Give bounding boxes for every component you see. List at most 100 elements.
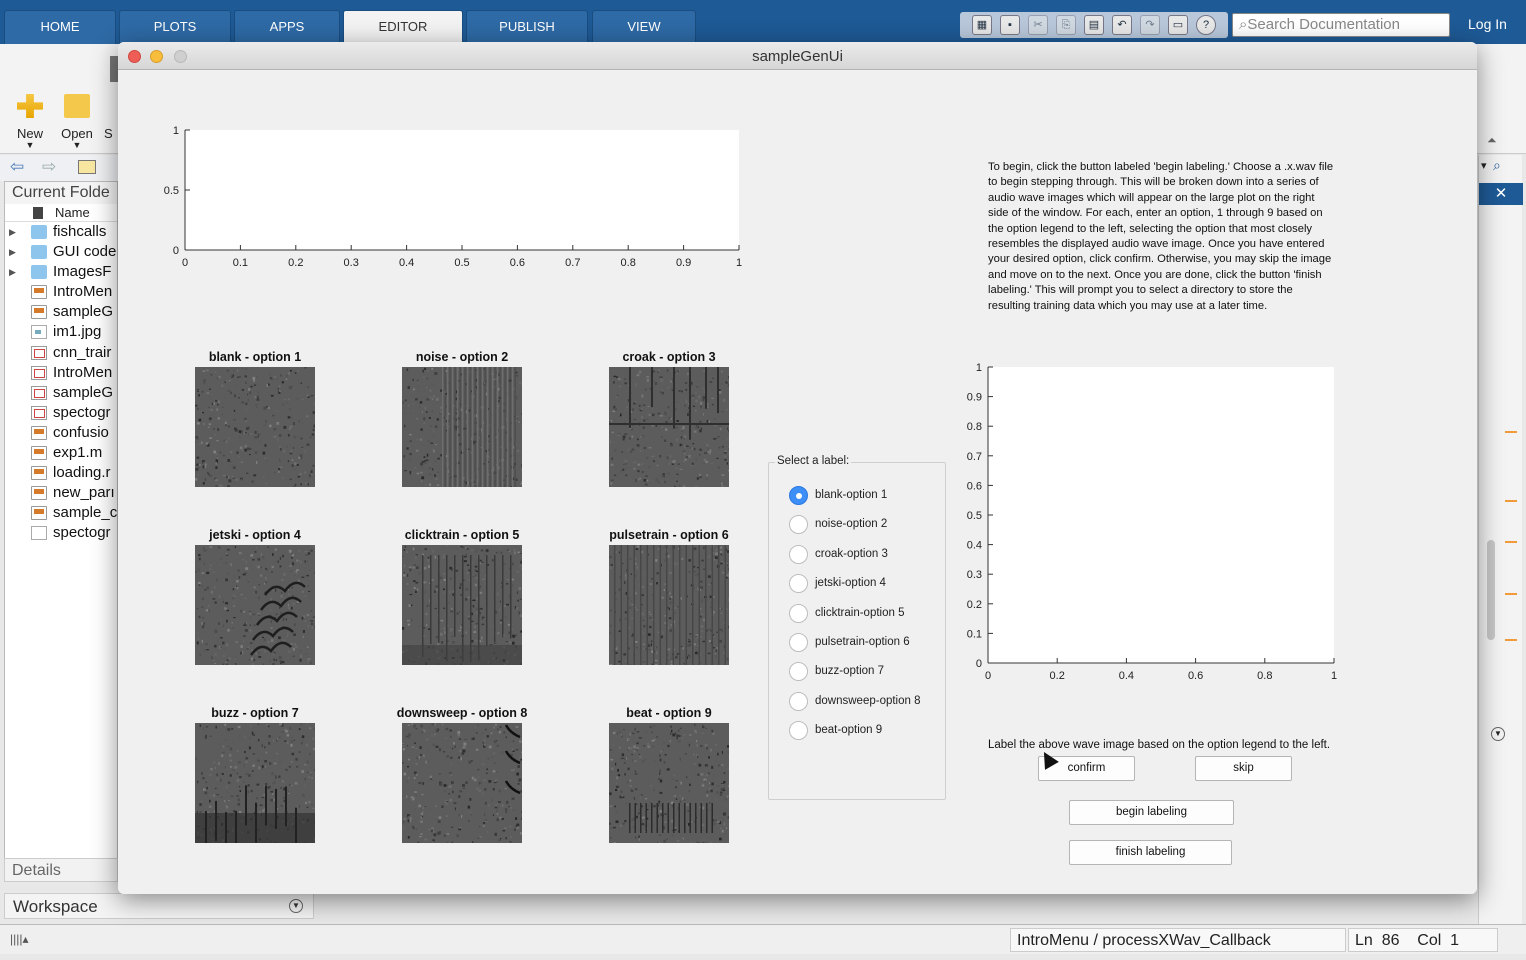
save-button-partial[interactable] [110,56,118,82]
file-list-item[interactable]: cnn_trair [5,343,117,363]
file-icon [31,385,47,400]
file-list-item[interactable]: exp1.m [5,443,117,463]
top-axes: 0 0.1 0.2 0.3 0.4 0.5 0.6 0.7 0.8 0.9 1 0 0.5 1 [164,125,742,269]
login-link[interactable]: Log In [1468,16,1507,32]
radio-label: buzz-option 7 [815,665,885,678]
file-list-item[interactable]: sample_c [5,503,117,523]
file-name: loading.r [53,464,111,482]
warning-marker[interactable] [1505,500,1517,502]
x-tick-label: 0 [182,257,188,269]
file-name: IntroMen [53,363,113,381]
matlab-tab-bar: HOME PLOTS APPS EDITOR PUBLISH VIEW ▦ ▪ … [0,0,1526,44]
y-tick-label: 1 [976,362,982,374]
finish-labeling-button[interactable]: finish labeling [1069,840,1232,865]
layout-icon[interactable]: ▦ [972,15,992,35]
back-arrow-icon[interactable]: ⇦ [10,157,24,177]
status-bar: ||||▴ IntroMenu / processXWav_Callback L… [0,924,1526,954]
radio-button[interactable] [789,662,808,682]
radio-button[interactable] [789,515,808,535]
file-icon [31,405,47,420]
radio-button[interactable] [789,486,808,505]
warning-marker[interactable] [1505,541,1517,543]
switch-windows-icon[interactable]: ▭ [1168,15,1188,35]
tab-home[interactable]: HOME [4,10,116,44]
radio-label: clicktrain-option 5 [815,606,905,619]
warning-marker[interactable] [1505,639,1517,641]
file-icon [31,305,47,320]
help-icon[interactable]: ? [1196,15,1216,35]
chevron-down-icon[interactable]: ▼ [1491,727,1505,741]
search-icon[interactable]: ⌕ [1493,157,1501,174]
close-icon[interactable]: ✕ [1479,183,1523,205]
scrollbar-thumb[interactable] [1487,540,1495,640]
x-tick-label: 0.1 [233,257,248,269]
samplegenui-window: sampleGenUi 0 0.1 0.2 0.3 0.4 0.5 0.6 0.7 0.8 0.9… [118,42,1477,894]
radio-button[interactable] [789,574,808,594]
file-list-item[interactable]: IntroMen [5,363,117,383]
radio-label: downsweep-option 8 [815,694,921,707]
file-list-item[interactable]: spectogr [5,523,117,543]
file-list-item[interactable]: loading.r [5,463,117,483]
file-name: new_parı [53,484,115,502]
y-tick-label: 0.5 [967,510,982,522]
file-list-item[interactable]: IntroMen [5,282,117,302]
paste-icon[interactable]: ▤ [1084,15,1104,35]
redo-icon[interactable]: ↷ [1140,15,1160,35]
name-column-header[interactable]: Name [5,204,117,222]
tab-publish[interactable]: PUBLISH [466,10,588,44]
x-tick-label: 0.6 [510,257,525,269]
file-name: im1.jpg [53,323,102,341]
undo-icon[interactable]: ↶ [1112,15,1132,35]
sample-title: pulsetrain - option 6 [609,528,729,542]
warning-marker[interactable] [1505,431,1517,433]
x-tick-label: 0.3 [344,257,359,269]
instructions-text: To begin, click the button labeled 'begi… [988,161,1334,312]
file-list-item[interactable]: ▶ GUI code [5,242,117,262]
radio-button[interactable] [789,691,808,711]
y-tick-label: 0.9 [967,392,982,404]
x-tick-label: 0.2 [288,257,303,269]
tab-plots[interactable]: PLOTS [119,10,231,44]
tab-editor[interactable]: EDITOR [343,10,463,44]
file-name: spectogr [53,524,111,542]
radio-label: pulsetrain-option 6 [815,636,910,648]
radio-button[interactable] [789,633,808,652]
new-button[interactable]: New ▼ [10,94,50,150]
file-list-item[interactable]: ▶ ImagesF [5,262,117,282]
warning-marker[interactable] [1505,593,1517,595]
expand-arrow-icon[interactable]: ▶ [9,262,16,282]
chevron-down-icon: ▼ [25,140,35,150]
details-panel[interactable]: Details [4,858,118,882]
open-button[interactable]: Open ▼ [57,94,97,150]
save-icon[interactable]: ▪ [1000,15,1020,35]
up-folder-icon[interactable] [78,160,96,174]
workspace-panel[interactable]: Workspace ▼ [4,893,314,919]
file-list-item[interactable]: ▶ fishcalls [5,222,117,242]
file-list-item[interactable]: spectogr [5,403,117,423]
file-list-item[interactable]: sampleG [5,302,117,322]
tab-apps[interactable]: APPS [234,10,340,44]
label-button-group: Select a label: blank-option 1 noise-opti… [768,455,946,800]
collapse-icon[interactable]: ⏶ [1487,133,1497,148]
copy-icon[interactable]: ⎘ [1056,15,1076,35]
begin-labeling-button[interactable]: begin labeling [1069,800,1234,825]
file-list-item[interactable]: confusio [5,423,117,443]
file-list-item[interactable]: new_parı [5,483,117,503]
chevron-down-icon[interactable]: ▾ [1481,159,1487,172]
chevron-down-icon[interactable]: ▼ [289,899,303,913]
file-list-item[interactable]: sampleG [5,383,117,403]
expand-arrow-icon[interactable]: ▶ [9,242,16,262]
file-list-item[interactable]: im1.jpg [5,322,117,342]
skip-button[interactable]: skip [1195,756,1292,781]
radio-button[interactable] [789,721,808,741]
forward-arrow-icon[interactable]: ⇨ [42,157,56,177]
expand-arrow-icon[interactable]: ▶ [9,222,16,242]
file-icon [31,466,47,481]
cut-icon[interactable]: ✂ [1028,15,1048,35]
radio-button[interactable] [789,603,808,623]
radio-button[interactable] [789,544,808,564]
search-documentation-input[interactable]: ⌕Search Documentation [1232,13,1450,37]
y-tick-label: 0.4 [967,540,982,552]
tab-view[interactable]: VIEW [592,10,696,44]
window-title: sampleGenUi [752,48,843,65]
